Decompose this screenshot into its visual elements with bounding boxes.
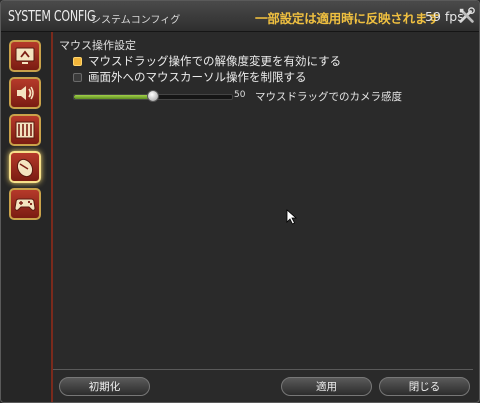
mouse-icon (16, 158, 34, 178)
camera-sensitivity-slider[interactable] (73, 90, 233, 102)
slider-label: マウスドラッグでのカメラ感度 (255, 91, 402, 103)
option-drag-resolution[interactable]: マウスドラッグ操作での解像度変更を有効にする (73, 54, 341, 68)
category-window-button[interactable] (9, 114, 41, 146)
option-label: マウスドラッグ操作での解像度変更を有効にする (88, 54, 342, 68)
category-display-button[interactable] (9, 40, 41, 72)
settings-panel: マウス操作設定 マウスドラッグ操作での解像度変更を有効にする 画面外へのマウスカ… (53, 32, 479, 402)
tools-icon[interactable] (458, 7, 476, 25)
gamepad-icon (14, 198, 36, 211)
slider-fill (74, 95, 153, 99)
option-label: 画面外へのマウスカーソル操作を制限する (88, 70, 307, 84)
option-restrict-cursor[interactable]: 画面外へのマウスカーソル操作を制限する (73, 70, 307, 84)
window-title: SYSTEM CONFIG (8, 7, 96, 25)
checkbox-unchecked[interactable] (73, 72, 82, 82)
window-blinds-icon (15, 121, 35, 139)
section-title: マウス操作設定 (59, 39, 136, 52)
mouse-cursor-icon (286, 209, 298, 225)
slider-value: 50 (234, 90, 246, 100)
display-settings-icon (15, 47, 35, 64)
slider-thumb[interactable] (147, 90, 159, 102)
window-subtitle: システムコンフィグ (91, 15, 181, 26)
close-button[interactable]: 閉じる (379, 377, 470, 396)
category-mouse-button[interactable] (9, 151, 41, 183)
apply-button[interactable]: 適用 (281, 377, 372, 396)
category-gamepad-button[interactable] (9, 188, 41, 220)
reset-button[interactable]: 初期化 (59, 377, 150, 396)
apply-notice: 一部設定は適用時に反映されます (255, 11, 440, 26)
title-bar: SYSTEM CONFIG システムコンフィグ 一部設定は適用時に反映されます … (1, 1, 479, 32)
category-sidebar (1, 32, 53, 402)
system-config-window: SYSTEM CONFIG システムコンフィグ 一部設定は適用時に反映されます … (0, 0, 480, 403)
footer-divider (53, 369, 473, 370)
checkbox-checked[interactable] (73, 56, 82, 66)
category-sound-button[interactable] (9, 77, 41, 109)
sound-speaker-icon (17, 86, 34, 100)
